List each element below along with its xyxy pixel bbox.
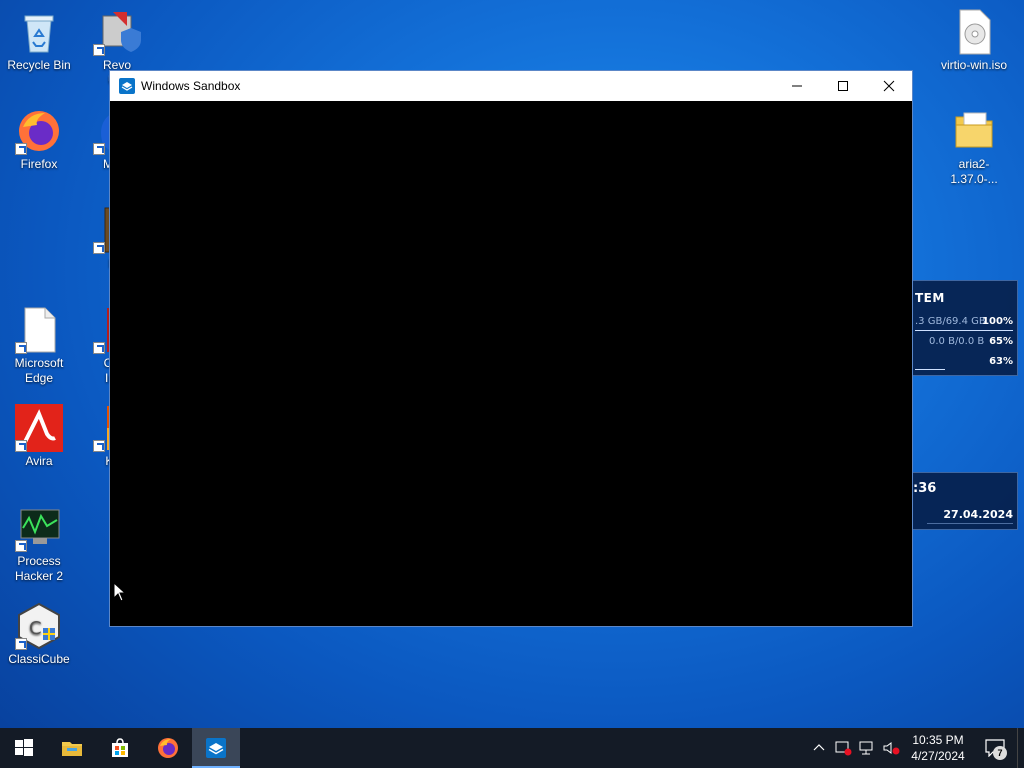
desktop-icon-microsoft-edge[interactable]: Microsoft Edge — [2, 306, 76, 386]
action-center-button[interactable]: 7 — [973, 728, 1017, 768]
mouse-cursor-icon — [113, 582, 127, 602]
disc-image-icon — [950, 8, 998, 56]
start-button[interactable] — [0, 728, 48, 768]
sandbox-content-area[interactable] — [110, 101, 912, 626]
desktop-icon-label: aria2-1.37.0-... — [950, 157, 998, 186]
taskbar-date: 4/27/2024 — [911, 749, 965, 763]
clock-widget-time: :36 — [913, 481, 937, 496]
avira-icon — [15, 404, 63, 452]
firefox-icon — [15, 107, 63, 155]
volume-muted-icon — [883, 742, 900, 755]
taskbar-store[interactable] — [96, 728, 144, 768]
folder-icon — [950, 107, 998, 155]
file-icon — [15, 306, 63, 354]
desktop-icon-label: virtio-win.iso — [940, 58, 1007, 72]
desktop-icon-label: Firefox — [20, 157, 58, 171]
desktop-icon-label: Avira — [25, 454, 53, 468]
desktop-icon-classicube[interactable]: C ClassiCube — [2, 602, 76, 667]
notification-count-badge: 7 — [993, 746, 1007, 760]
svg-text:C: C — [29, 618, 42, 639]
show-desktop-button[interactable] — [1017, 728, 1024, 768]
recycle-bin-icon — [15, 8, 63, 56]
desktop-icon-label: ClassiCube — [8, 652, 70, 666]
maximize-icon — [838, 81, 848, 91]
taskbar-windows-sandbox[interactable] — [192, 728, 240, 768]
chevron-up-icon — [813, 744, 825, 751]
desktop-icon-label: Process Hacker 2 — [14, 554, 64, 583]
clock-widget-divider — [927, 523, 1013, 524]
tray-network-button[interactable] — [855, 728, 879, 768]
desktop-icon-virtio-iso[interactable]: virtio-win.iso — [937, 8, 1011, 73]
window-titlebar[interactable]: Windows Sandbox — [110, 71, 912, 101]
tray-volume-button[interactable] — [879, 728, 903, 768]
start-icon — [15, 739, 33, 756]
taskbar-clock[interactable]: 10:35 PM 4/27/2024 — [903, 732, 973, 764]
desktop-icon-aria2[interactable]: aria2-1.37.0-... — [937, 107, 1011, 187]
minimize-icon — [792, 85, 802, 87]
windows-sandbox-window[interactable]: Windows Sandbox — [109, 70, 913, 627]
memory-usage-percent: 100% — [982, 316, 1013, 327]
windows-sandbox-icon — [206, 738, 226, 758]
security-alert-icon — [835, 741, 852, 756]
clock-widget-date: 27.04.2024 — [943, 508, 1013, 521]
classicube-icon: C — [15, 602, 63, 650]
system-tray: 10:35 PM 4/27/2024 7 — [807, 728, 1024, 768]
file-explorer-icon — [62, 742, 82, 756]
disk-usage-percent: 65% — [989, 336, 1013, 347]
desktop-icon-label: Recycle Bin — [7, 58, 71, 72]
cpu-usage-bar — [915, 369, 945, 370]
minimize-button[interactable] — [774, 71, 820, 101]
close-button[interactable] — [866, 71, 912, 101]
taskbar: 10:35 PM 4/27/2024 7 — [0, 728, 1024, 768]
desktop-icon-avira[interactable]: Avira — [2, 404, 76, 469]
cpu-usage-percent: 63% — [989, 356, 1013, 367]
desktop-icon-recycle-bin[interactable]: Recycle Bin — [2, 8, 76, 73]
show-hidden-icons-button[interactable] — [807, 728, 831, 768]
widget-title: TEM — [915, 291, 945, 305]
taskbar-time: 10:35 PM — [912, 733, 964, 747]
tray-security-button[interactable] — [831, 728, 855, 768]
taskbar-firefox[interactable] — [144, 728, 192, 768]
close-icon — [883, 80, 895, 92]
desktop-icon-process-hacker[interactable]: Process Hacker 2 — [2, 504, 76, 584]
desktop-icon-label: Microsoft Edge — [14, 356, 64, 385]
desktop-icon-firefox[interactable]: Firefox — [2, 107, 76, 172]
revo-uninstaller-icon — [93, 8, 141, 56]
memory-usage-bar — [915, 330, 1013, 331]
maximize-button[interactable] — [820, 71, 866, 101]
process-hacker-icon — [15, 504, 63, 552]
window-title: Windows Sandbox — [141, 79, 241, 93]
taskbar-file-explorer[interactable] — [48, 728, 96, 768]
firefox-icon — [158, 738, 178, 758]
windows-sandbox-icon — [119, 78, 135, 94]
store-icon — [112, 738, 128, 757]
network-icon — [859, 741, 873, 755]
